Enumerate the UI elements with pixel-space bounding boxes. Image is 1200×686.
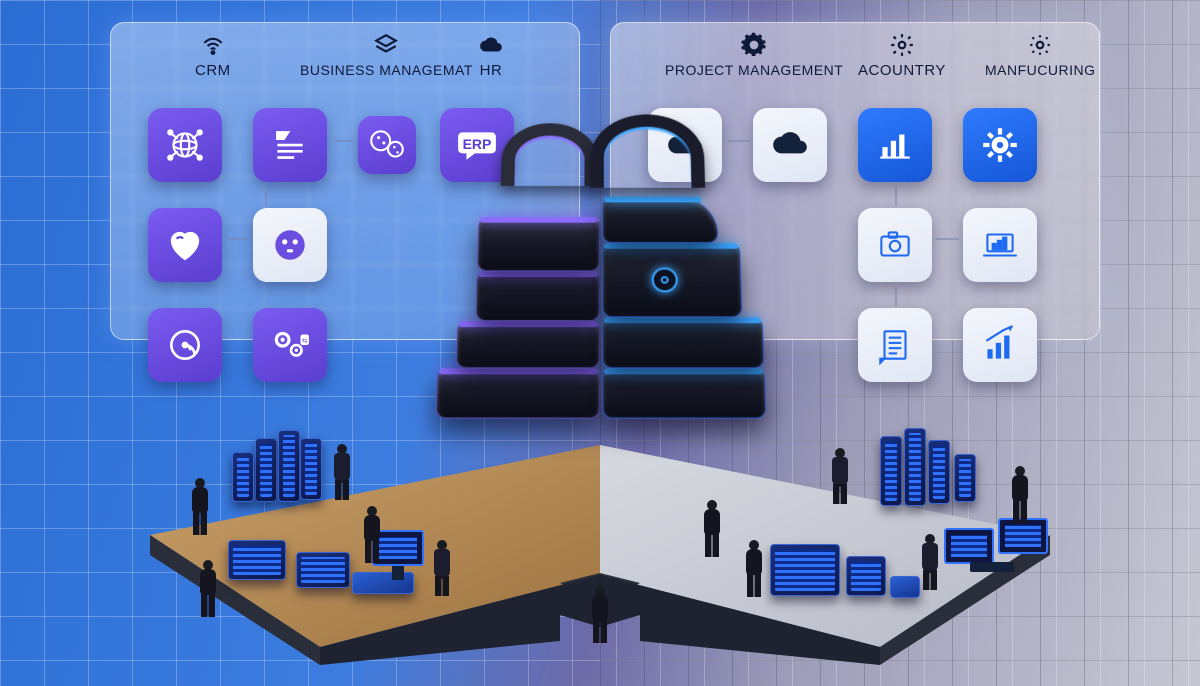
person-figure	[330, 444, 354, 502]
double-gear-icon: ⇆	[269, 324, 311, 366]
center-badge-icon	[652, 268, 678, 293]
header-acountry: ACOUNTRY	[858, 32, 946, 79]
monitor-icon	[944, 528, 994, 564]
header-project-management-label: PROJECT MANAGEMENT	[665, 62, 843, 78]
tile-globe	[148, 108, 222, 182]
document-icon	[874, 324, 916, 366]
bubbles-icon	[366, 124, 408, 166]
header-business-management: BUSINESS MANAGEMAT	[300, 32, 473, 78]
person-figure-center	[588, 586, 612, 644]
person-figure	[196, 560, 220, 618]
tile-laptop	[963, 208, 1037, 282]
header-business-management-label: BUSINESS MANAGEMAT	[300, 62, 473, 78]
gear2-icon	[889, 32, 915, 58]
desk	[970, 562, 1014, 572]
layers-icon	[373, 32, 399, 58]
bar-chart-icon	[874, 124, 916, 166]
header-manufacturing-label: MANFUCURING	[985, 62, 1096, 78]
tile-target	[148, 308, 222, 382]
person-figure	[918, 534, 942, 592]
person-figure	[1008, 466, 1032, 524]
person-figure	[828, 448, 852, 506]
person-figure	[700, 500, 724, 558]
connector-line	[895, 186, 897, 206]
person-figure	[360, 506, 384, 564]
tile-face	[253, 208, 327, 282]
gear-icon	[741, 32, 767, 58]
header-project-management: PROJECT MANAGEMENT	[665, 32, 843, 78]
connector-line	[265, 186, 267, 206]
connector-line	[935, 238, 959, 240]
tile-list	[253, 108, 327, 182]
wifi-icon	[200, 32, 226, 58]
person-figure	[430, 540, 454, 598]
camera-icon	[874, 224, 916, 266]
svg-text:⇆: ⇆	[302, 338, 307, 345]
laptop-chart-icon	[979, 224, 1021, 266]
gear3-icon	[1027, 32, 1053, 58]
connector-line	[333, 140, 355, 142]
list-icon	[269, 124, 311, 166]
growth-chart-icon	[979, 324, 1021, 366]
tile-heart	[148, 208, 222, 282]
connector-line	[228, 238, 250, 240]
person-figure	[742, 540, 766, 598]
cloud-small-icon	[478, 32, 504, 58]
heart-icon	[164, 224, 206, 266]
connector-line	[895, 286, 897, 306]
globe-network-icon	[164, 124, 206, 166]
cloud-icon	[769, 124, 811, 166]
monitor-stand	[392, 566, 404, 580]
tile-gears: ⇆	[253, 308, 327, 382]
header-hr-label: HR	[480, 62, 503, 79]
tile-barchart	[858, 108, 932, 182]
header-acountry-label: ACOUNTRY	[858, 62, 946, 79]
center-structure	[423, 134, 778, 481]
person-figure	[188, 478, 212, 536]
tile-camera	[858, 208, 932, 282]
tile-growth	[963, 308, 1037, 382]
header-manufacturing: MANFUCURING	[985, 32, 1096, 78]
header-hr: HR	[478, 32, 504, 79]
face-icon	[269, 224, 311, 266]
tile-doc	[858, 308, 932, 382]
radar-icon	[164, 324, 206, 366]
cog-icon	[979, 124, 1021, 166]
tile-cog	[963, 108, 1037, 182]
header-crm-label: CRM	[195, 62, 231, 79]
header-crm: CRM	[195, 32, 231, 79]
tile-dots	[358, 116, 416, 174]
